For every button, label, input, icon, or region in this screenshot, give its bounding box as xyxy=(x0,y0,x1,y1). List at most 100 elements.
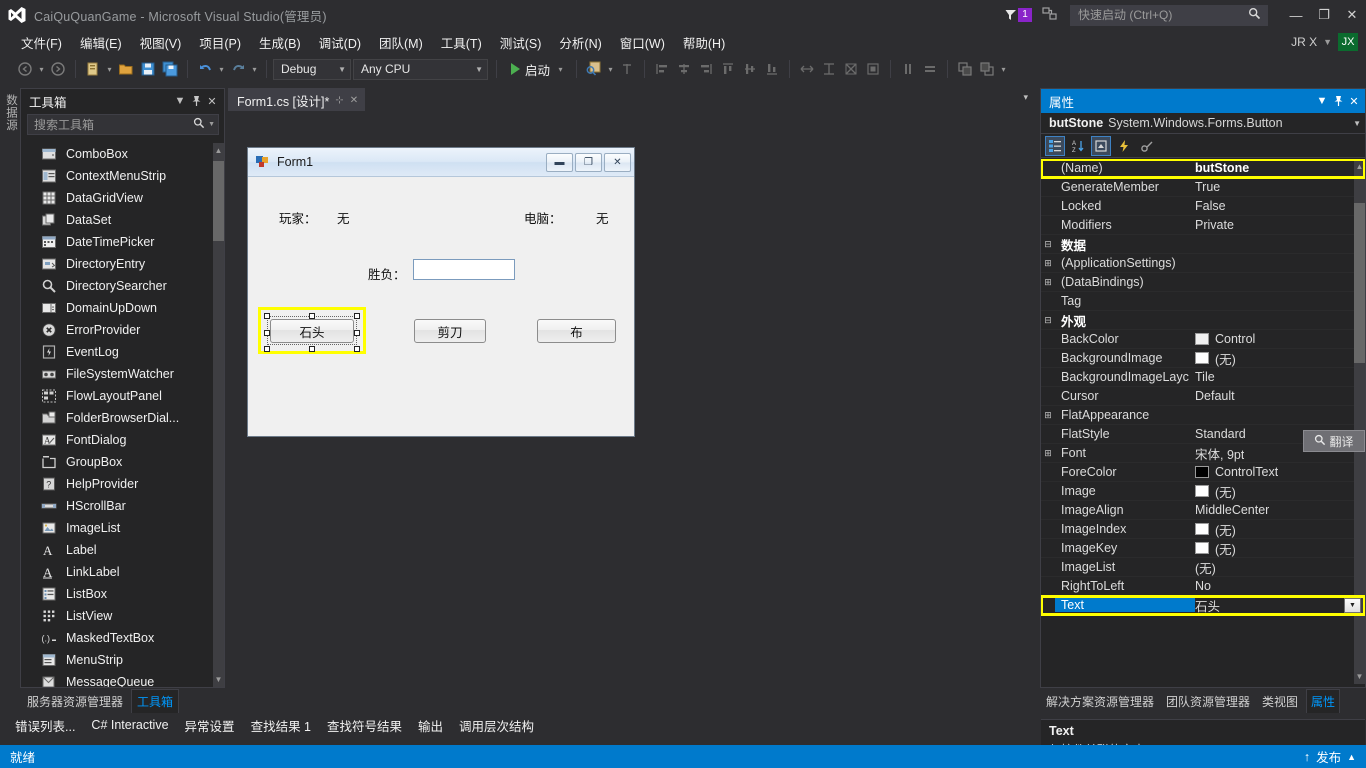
toolbar-overflow-icon[interactable]: ▾ xyxy=(998,65,1009,74)
tab-order-icon[interactable] xyxy=(616,58,638,80)
toolbox-item[interactable]: ? HelpProvider xyxy=(21,473,224,495)
design-surface[interactable]: Form1 ▬ ❐ ✕ 玩家： 无 电脑： 无 胜负： 石头 剪刀 布 xyxy=(228,111,1034,688)
form-maximize-button[interactable]: ❐ xyxy=(575,152,602,172)
chevron-down-icon[interactable]: ▼ xyxy=(1353,119,1361,128)
undo-icon[interactable] xyxy=(194,58,216,80)
navigate-back-icon[interactable] xyxy=(14,58,36,80)
properties-object-selector[interactable]: butStone System.Windows.Forms.Button ▼ xyxy=(1041,113,1365,134)
menu-view[interactable]: 视图(V) xyxy=(131,30,191,55)
open-file-icon[interactable] xyxy=(115,58,137,80)
property-value[interactable]: Control xyxy=(1195,332,1255,346)
configuration-combo[interactable]: Debug ▼ xyxy=(273,58,351,80)
save-all-icon[interactable] xyxy=(159,58,181,80)
toolbox-item[interactable]: GroupBox xyxy=(21,451,224,473)
result-textbox[interactable] xyxy=(413,259,515,280)
toolbox-item[interactable]: A Label xyxy=(21,539,224,561)
form-close-button[interactable]: ✕ xyxy=(604,152,631,172)
tab-error-list[interactable]: 错误列表... xyxy=(8,713,82,738)
quick-launch-box[interactable] xyxy=(1070,4,1268,26)
menu-edit[interactable]: 编辑(E) xyxy=(71,30,131,55)
form-minimize-button[interactable]: ▬ xyxy=(546,152,573,172)
categorized-icon[interactable] xyxy=(1045,135,1065,156)
property-value[interactable]: 宋体, 9pt xyxy=(1195,444,1244,463)
resize-handle-sw[interactable] xyxy=(264,346,270,352)
toolbox-item[interactable]: ListBox xyxy=(21,583,224,605)
pin-icon[interactable]: ⊹ xyxy=(335,95,343,106)
close-button[interactable]: ✕ xyxy=(1338,0,1366,30)
expand-icon[interactable]: ⊞ xyxy=(1041,410,1055,421)
expand-icon[interactable]: ⊞ xyxy=(1041,258,1055,269)
toolbox-item[interactable]: FlowLayoutPanel xyxy=(21,385,224,407)
toolbox-item[interactable]: HScrollBar xyxy=(21,495,224,517)
toolbox-item[interactable]: EventLog xyxy=(21,341,224,363)
collapse-icon[interactable]: ⊟ xyxy=(1041,315,1055,326)
button-butstone[interactable]: 石头 xyxy=(270,319,354,343)
property-row[interactable]: BackColor Control xyxy=(1041,330,1365,349)
expand-icon[interactable]: ⊞ xyxy=(1041,277,1055,288)
tab-class-view[interactable]: 类视图 xyxy=(1258,690,1302,713)
property-row[interactable]: BackgroundImageLayc Tile xyxy=(1041,368,1365,387)
property-row[interactable]: Text 石头 ▼ xyxy=(1041,595,1365,616)
property-row[interactable]: RightToLeft No xyxy=(1041,577,1365,596)
toolbox-search-input[interactable] xyxy=(34,117,194,132)
property-value[interactable]: No xyxy=(1195,579,1211,593)
find-dropdown-icon[interactable]: ▾ xyxy=(605,65,616,74)
toolbox-scrollbar[interactable]: ▲ ▼ xyxy=(213,143,224,687)
find-icon[interactable] xyxy=(583,58,605,80)
expand-icon[interactable]: ⊞ xyxy=(1041,448,1055,459)
property-value[interactable]: (无) xyxy=(1195,539,1236,558)
property-row[interactable]: Image (无) xyxy=(1041,482,1365,501)
property-grid-scroll-thumb[interactable] xyxy=(1354,203,1365,363)
property-value[interactable]: 石头 xyxy=(1195,596,1220,615)
chevron-down-icon[interactable]: ▾ xyxy=(555,65,566,74)
button-butcloth[interactable]: 布 xyxy=(537,319,616,343)
tab-output[interactable]: 输出 xyxy=(411,713,450,738)
scroll-down-icon[interactable]: ▼ xyxy=(213,672,224,687)
resize-handle-nw[interactable] xyxy=(264,313,270,319)
chevron-down-icon[interactable]: ▼ xyxy=(172,92,188,110)
menu-tools[interactable]: 工具(T) xyxy=(432,30,491,55)
close-icon[interactable]: ✕ xyxy=(350,95,358,106)
save-icon[interactable] xyxy=(137,58,159,80)
property-row[interactable]: ⊟ 外观 xyxy=(1041,311,1365,330)
toolbox-item[interactable]: MessageQueue xyxy=(21,671,224,687)
property-row[interactable]: ForeColor ControlText xyxy=(1041,463,1365,482)
property-value[interactable]: Default xyxy=(1195,389,1235,403)
redo-icon[interactable] xyxy=(227,58,249,80)
tab-find-symbol-results[interactable]: 查找符号结果 xyxy=(320,713,409,738)
menu-help[interactable]: 帮助(H) xyxy=(674,30,734,55)
menu-window[interactable]: 窗口(W) xyxy=(611,30,674,55)
alphabetical-icon[interactable]: AZ xyxy=(1068,136,1088,156)
toolbox-scroll-thumb[interactable] xyxy=(213,161,224,241)
tab-properties[interactable]: 属性 xyxy=(1306,689,1341,713)
property-value[interactable]: (无) xyxy=(1195,520,1236,539)
publish-area[interactable]: ↑ 发布 ▲ xyxy=(1304,747,1356,766)
chevron-down-icon[interactable]: ▼ xyxy=(1314,92,1330,110)
toolbox-item[interactable]: DirectoryEntry xyxy=(21,253,224,275)
property-row[interactable]: Modifiers Private xyxy=(1041,216,1365,235)
property-row[interactable]: ImageIndex (无) xyxy=(1041,520,1365,539)
player-label[interactable]: 玩家： xyxy=(279,208,317,227)
platform-combo[interactable]: Any CPU ▼ xyxy=(353,58,488,80)
document-overflow-icon[interactable]: ▾ xyxy=(1023,92,1028,103)
resize-handle-w[interactable] xyxy=(264,330,270,336)
property-row[interactable]: ⊞ FlatAppearance xyxy=(1041,406,1365,425)
property-row[interactable]: ImageAlign MiddleCenter xyxy=(1041,501,1365,520)
tab-find-results-1[interactable]: 查找结果 1 xyxy=(244,713,318,738)
menu-build[interactable]: 生成(B) xyxy=(250,30,310,55)
menu-project[interactable]: 项目(P) xyxy=(190,30,250,55)
navigate-forward-icon[interactable] xyxy=(47,58,69,80)
toolbox-search-box[interactable]: ▼ xyxy=(27,114,219,135)
toolbox-item[interactable]: ErrorProvider xyxy=(21,319,224,341)
resize-handle-ne[interactable] xyxy=(354,313,360,319)
start-debug-button[interactable]: 启动 ▾ xyxy=(503,60,570,79)
navigate-back-dropdown-icon[interactable]: ▾ xyxy=(36,65,47,74)
property-value[interactable]: Private xyxy=(1195,218,1234,232)
property-value[interactable]: False xyxy=(1195,199,1226,213)
new-project-icon[interactable] xyxy=(82,58,104,80)
data-sources-tab[interactable]: 数据源 xyxy=(0,88,22,138)
property-row[interactable]: Cursor Default xyxy=(1041,387,1365,406)
chevron-down-icon[interactable]: ▼ xyxy=(208,121,215,128)
property-value[interactable]: MiddleCenter xyxy=(1195,503,1269,517)
close-icon[interactable]: ✕ xyxy=(204,92,220,110)
